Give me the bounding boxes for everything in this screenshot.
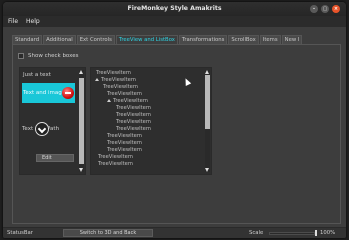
- scroll-thumb[interactable]: [79, 78, 84, 164]
- show-checkboxes-option[interactable]: Show check boxes: [18, 53, 78, 59]
- tree-item[interactable]: TreeViewItem: [98, 154, 133, 161]
- treeview-scrollbar[interactable]: [205, 70, 210, 172]
- close-button[interactable]: ×: [332, 5, 340, 13]
- tree-item[interactable]: TreeViewItem: [103, 84, 138, 91]
- title-bar: FireMonkey Style Amakrits – ▢ ×: [3, 2, 346, 16]
- tree-item[interactable]: TreeViewItem: [95, 77, 136, 84]
- minimize-button[interactable]: –: [310, 5, 318, 13]
- status-label: StatusBar: [7, 230, 33, 236]
- client-area: Standard Additional Ext Controls TreeVie…: [3, 27, 346, 227]
- tree-item[interactable]: TreeViewItem: [98, 161, 133, 168]
- tree-item[interactable]: TreeViewItem: [116, 112, 151, 119]
- tree-item[interactable]: TreeViewItem: [116, 119, 151, 126]
- edit-field[interactable]: Edit: [36, 154, 74, 162]
- path-check-icon: [35, 122, 49, 136]
- tree-item[interactable]: TreeViewItem: [107, 133, 142, 140]
- menu-help[interactable]: Help: [26, 18, 40, 25]
- tree-view[interactable]: TreeViewItem TreeViewItem TreeViewItem T…: [90, 67, 212, 175]
- app-window: FireMonkey Style Amakrits – ▢ × File Hel…: [3, 2, 346, 238]
- status-bar: StatusBar Switch to 3D and Back Scale 10…: [3, 227, 346, 238]
- tree-item[interactable]: TreeViewItem: [96, 70, 131, 77]
- tree-item[interactable]: TreeViewItem: [107, 98, 148, 105]
- scroll-down-icon[interactable]: [205, 168, 209, 172]
- show-checkboxes-label: Show check boxes: [28, 53, 79, 59]
- show-checkboxes-checkbox[interactable]: [18, 53, 24, 59]
- menu-file[interactable]: File: [8, 18, 18, 25]
- menu-bar: File Help: [3, 16, 346, 27]
- tree-item-label: TreeViewItem: [101, 77, 136, 83]
- list-item[interactable]: Just a text: [23, 72, 51, 78]
- listbox-scrollbar[interactable]: [79, 70, 84, 172]
- tree-item[interactable]: TreeViewItem: [116, 105, 151, 112]
- window-controls: – ▢ ×: [310, 5, 340, 13]
- list-item-selected[interactable]: Text and image: [22, 83, 75, 103]
- scale-slider[interactable]: [269, 232, 315, 235]
- switch-3d-button[interactable]: Switch to 3D and Back: [63, 229, 153, 237]
- scale-slider-thumb[interactable]: [315, 230, 317, 236]
- scroll-up-icon[interactable]: [205, 70, 209, 74]
- tab-panel: Show check boxes Just a text Text and im…: [12, 44, 341, 224]
- scale-label: Scale: [249, 230, 264, 236]
- maximize-button[interactable]: ▢: [321, 5, 329, 13]
- red-circle-icon: [62, 87, 74, 99]
- tree-item[interactable]: TreeViewItem: [107, 147, 142, 154]
- expand-triangle-icon[interactable]: [95, 78, 99, 81]
- list-item-label: Text and image: [23, 90, 66, 96]
- tree-item[interactable]: TreeViewItem: [116, 126, 151, 133]
- scroll-up-icon[interactable]: [79, 70, 83, 74]
- tree-item-label: TreeViewItem: [113, 98, 148, 104]
- tree-item[interactable]: TreeViewItem: [107, 140, 142, 147]
- tree-item[interactable]: TreeViewItem: [107, 91, 142, 98]
- scroll-down-icon[interactable]: [79, 168, 83, 172]
- scale-value: 100%: [320, 230, 336, 236]
- expand-triangle-icon[interactable]: [107, 99, 111, 102]
- list-box[interactable]: Just a text Text and image Text and Path…: [19, 67, 86, 175]
- scroll-thumb[interactable]: [205, 75, 210, 129]
- window-title: FireMonkey Style Amakrits: [127, 5, 222, 12]
